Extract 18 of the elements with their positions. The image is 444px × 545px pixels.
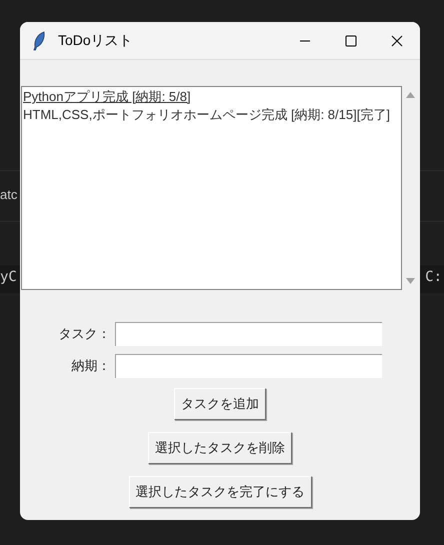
task-item[interactable]: HTML,CSS,ポートフォリオホームページ完成 [納期: 8/15][完了] [23, 106, 390, 124]
close-icon [391, 34, 403, 46]
action-button[interactable]: タスクを追加 [174, 388, 266, 420]
background-text: yC [0, 270, 17, 284]
scroll-up-icon[interactable] [406, 92, 415, 98]
maximize-icon [345, 34, 357, 46]
scroll-down-icon[interactable] [406, 278, 415, 284]
field-label: タスク： [58, 325, 110, 344]
window-title: ToDoリスト [58, 31, 133, 50]
action-button[interactable]: 選択したタスクを完了にする [128, 476, 312, 508]
input-field[interactable] [114, 322, 382, 346]
task-item[interactable]: Pythonアプリ完成 [納期: 5/8] [23, 88, 191, 106]
feather-icon [32, 30, 46, 50]
background-text: C: [425, 270, 442, 284]
background-text: atc [0, 188, 18, 201]
action-button[interactable]: 選択したタスクを削除 [148, 432, 292, 464]
field-label: 納期： [70, 357, 110, 376]
input-field[interactable] [114, 354, 382, 378]
